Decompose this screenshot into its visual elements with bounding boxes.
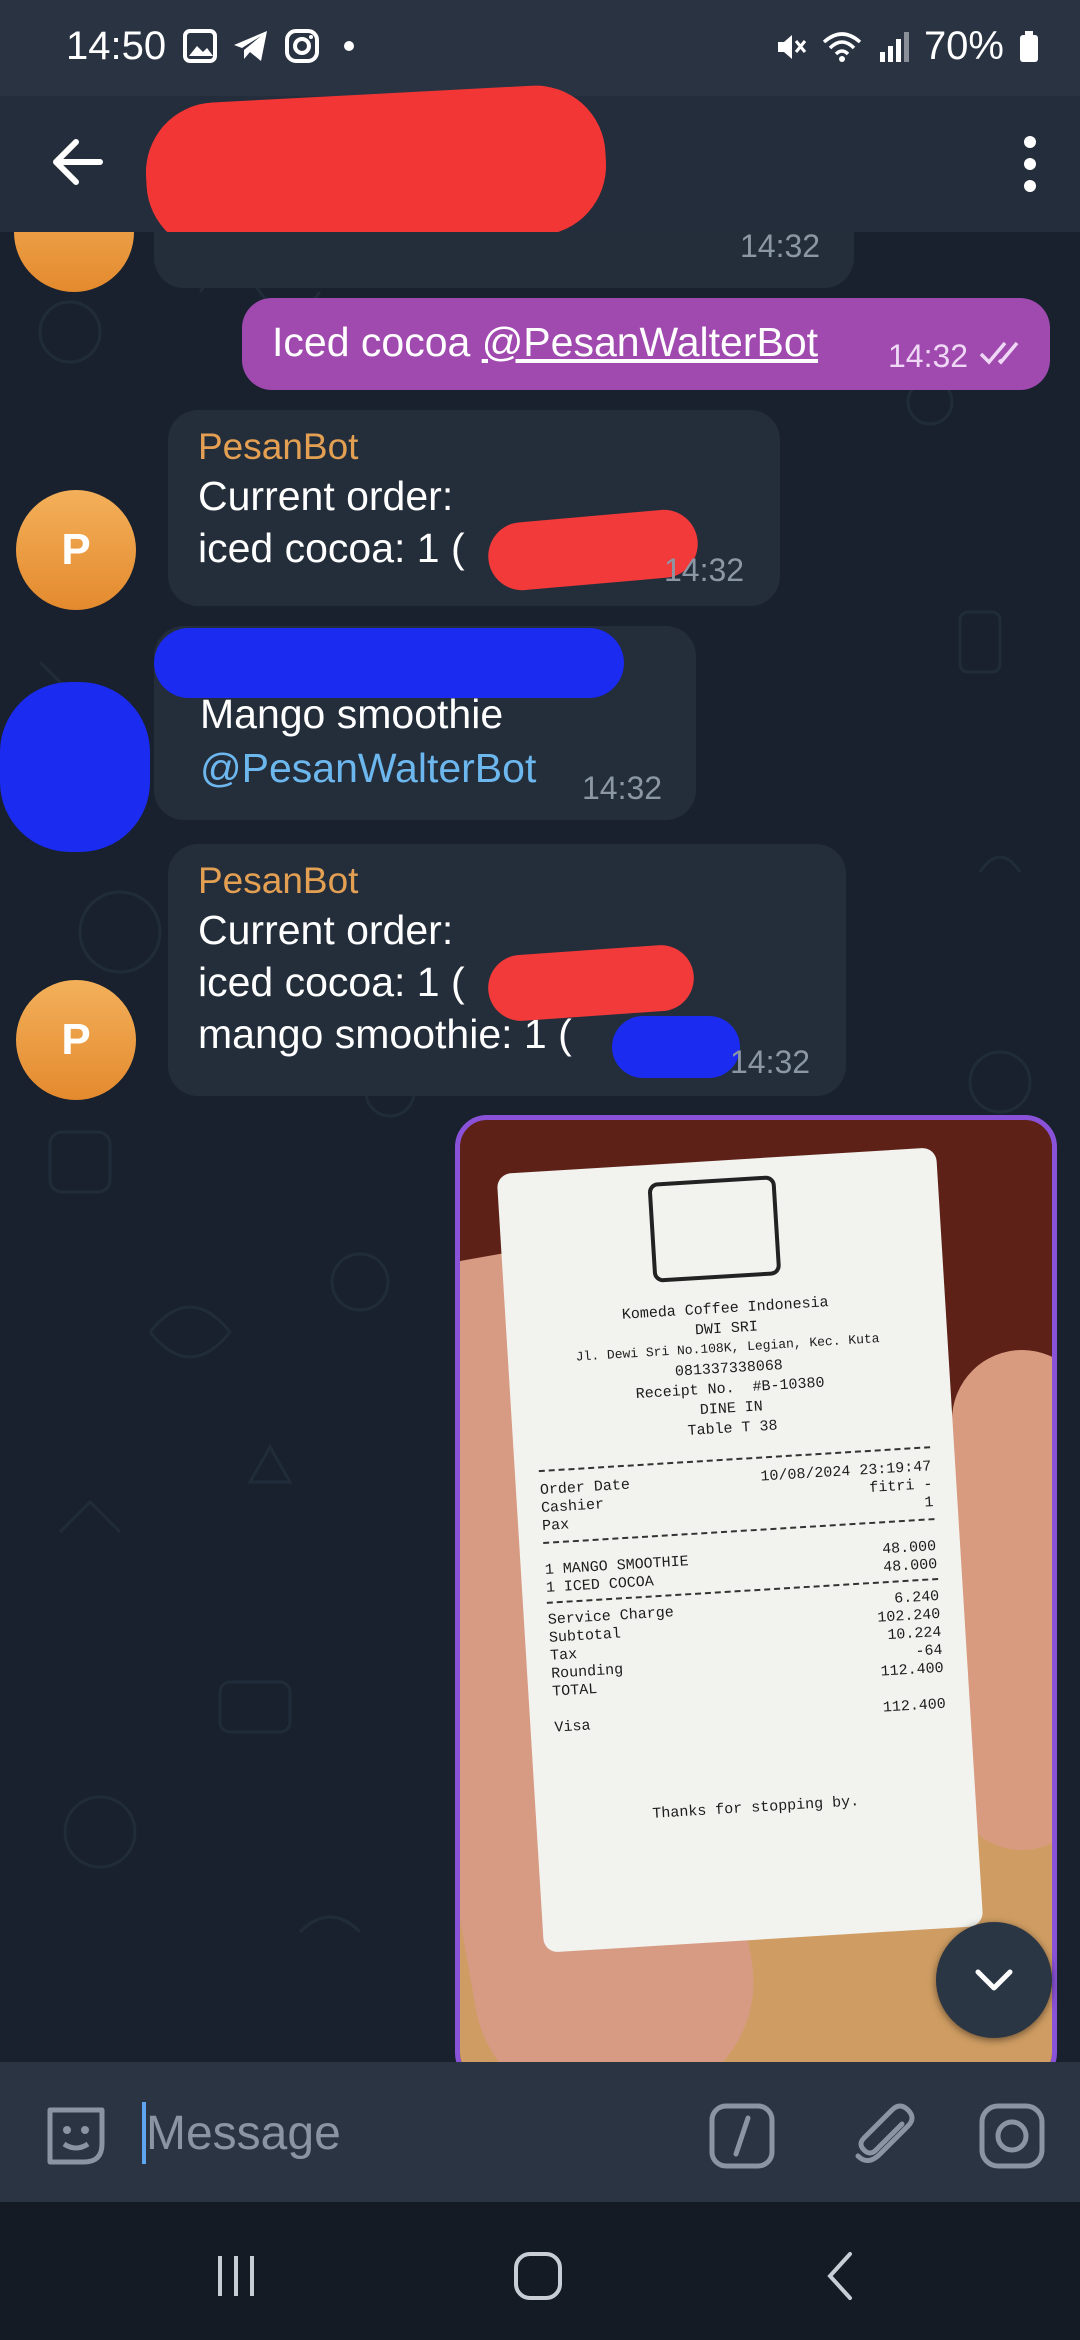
message-bubble-bot[interactable]: PesanBot Current order: iced cocoa: 1 ( … xyxy=(168,844,846,1096)
scroll-to-bottom-button[interactable] xyxy=(936,1922,1052,2038)
bot-mention-link[interactable]: @PesanWalterBot xyxy=(482,319,818,365)
message-list[interactable]: 14:32 Iced cocoa @PesanWalterBot 14:32 P… xyxy=(0,232,1080,2062)
receipt-row: Visa 112.400 xyxy=(554,1695,947,1737)
back-nav-icon[interactable] xyxy=(812,2246,872,2306)
double-check-icon xyxy=(979,341,1019,365)
redaction-mark xyxy=(612,1016,740,1078)
recent-apps-icon[interactable] xyxy=(206,2246,266,2306)
slash-command-icon[interactable] xyxy=(708,2102,776,2170)
message-line: Mango smoothie xyxy=(200,691,504,737)
battery-icon xyxy=(1020,30,1038,62)
battery-percent: 70% xyxy=(923,24,1004,68)
photo-message[interactable]: Komeda Coffee Indonesia DWI SRI Jl. Dewi… xyxy=(455,1115,1057,2062)
system-navigation-bar xyxy=(0,2202,1080,2340)
telegram-icon xyxy=(234,31,267,61)
message-bubble-prev[interactable]: 14:32 xyxy=(154,232,854,288)
message-time: 14:32 xyxy=(740,232,821,264)
chevron-down-icon xyxy=(975,1969,1013,1991)
avatar-redacted xyxy=(0,682,150,852)
message-time: 14:32 xyxy=(582,770,663,806)
chat-title-redacted[interactable] xyxy=(142,82,610,256)
gallery-icon xyxy=(183,29,217,63)
home-icon[interactable] xyxy=(508,2246,568,2306)
instagram-icon xyxy=(285,29,319,63)
signal-icon xyxy=(879,31,909,62)
receipt: Komeda Coffee Indonesia DWI SRI Jl. Dewi… xyxy=(496,1147,984,1953)
receipt-thanks: Thanks for stopping by. xyxy=(651,1793,860,1823)
message-time: 14:32 xyxy=(730,1044,811,1080)
paperclip-icon[interactable] xyxy=(846,2098,924,2176)
camera-icon[interactable] xyxy=(976,2100,1048,2172)
bot-avatar[interactable]: P xyxy=(16,980,136,1100)
notification-icons xyxy=(182,28,354,64)
bot-avatar[interactable]: P xyxy=(16,490,136,610)
more-options-icon[interactable] xyxy=(1002,126,1058,202)
system-status: 70% xyxy=(774,24,1040,69)
message-line: Current order: xyxy=(198,907,454,953)
message-bubble-user[interactable]: Mango smoothie @PesanWalterBot 14:32 xyxy=(154,626,696,820)
chat-header xyxy=(0,82,1080,256)
message-composer: Message xyxy=(0,2062,1080,2202)
message-line: Current order: xyxy=(198,473,454,519)
more-notifications-dot xyxy=(344,41,354,51)
sticker-icon[interactable] xyxy=(40,2100,112,2172)
wifi-icon xyxy=(822,31,862,62)
message-time: 14:32 xyxy=(888,338,969,374)
status-time: 14:50 xyxy=(66,24,167,68)
message-line: iced cocoa: 1 ( xyxy=(198,525,465,571)
message-time: 14:32 xyxy=(664,552,745,588)
message-input[interactable]: Message xyxy=(146,2106,341,2161)
message-bubble-outgoing[interactable]: Iced cocoa @PesanWalterBot 14:32 xyxy=(242,298,1050,390)
komeda-logo xyxy=(647,1175,782,1283)
sender-name[interactable]: PesanBot xyxy=(198,860,358,902)
bot-mention-link[interactable]: @PesanWalterBot xyxy=(200,742,536,795)
sender-name[interactable]: PesanBot xyxy=(198,426,358,468)
message-text: Iced cocoa @PesanWalterBot xyxy=(272,319,819,365)
back-arrow-icon[interactable] xyxy=(46,130,110,194)
message-bubble-bot[interactable]: PesanBot Current order: iced cocoa: 1 ( … xyxy=(168,410,780,606)
status-bar: 14:50 70% xyxy=(0,0,1080,96)
message-line: iced cocoa: 1 ( xyxy=(198,959,465,1005)
mute-icon xyxy=(777,34,807,59)
redaction-mark xyxy=(485,942,697,1024)
